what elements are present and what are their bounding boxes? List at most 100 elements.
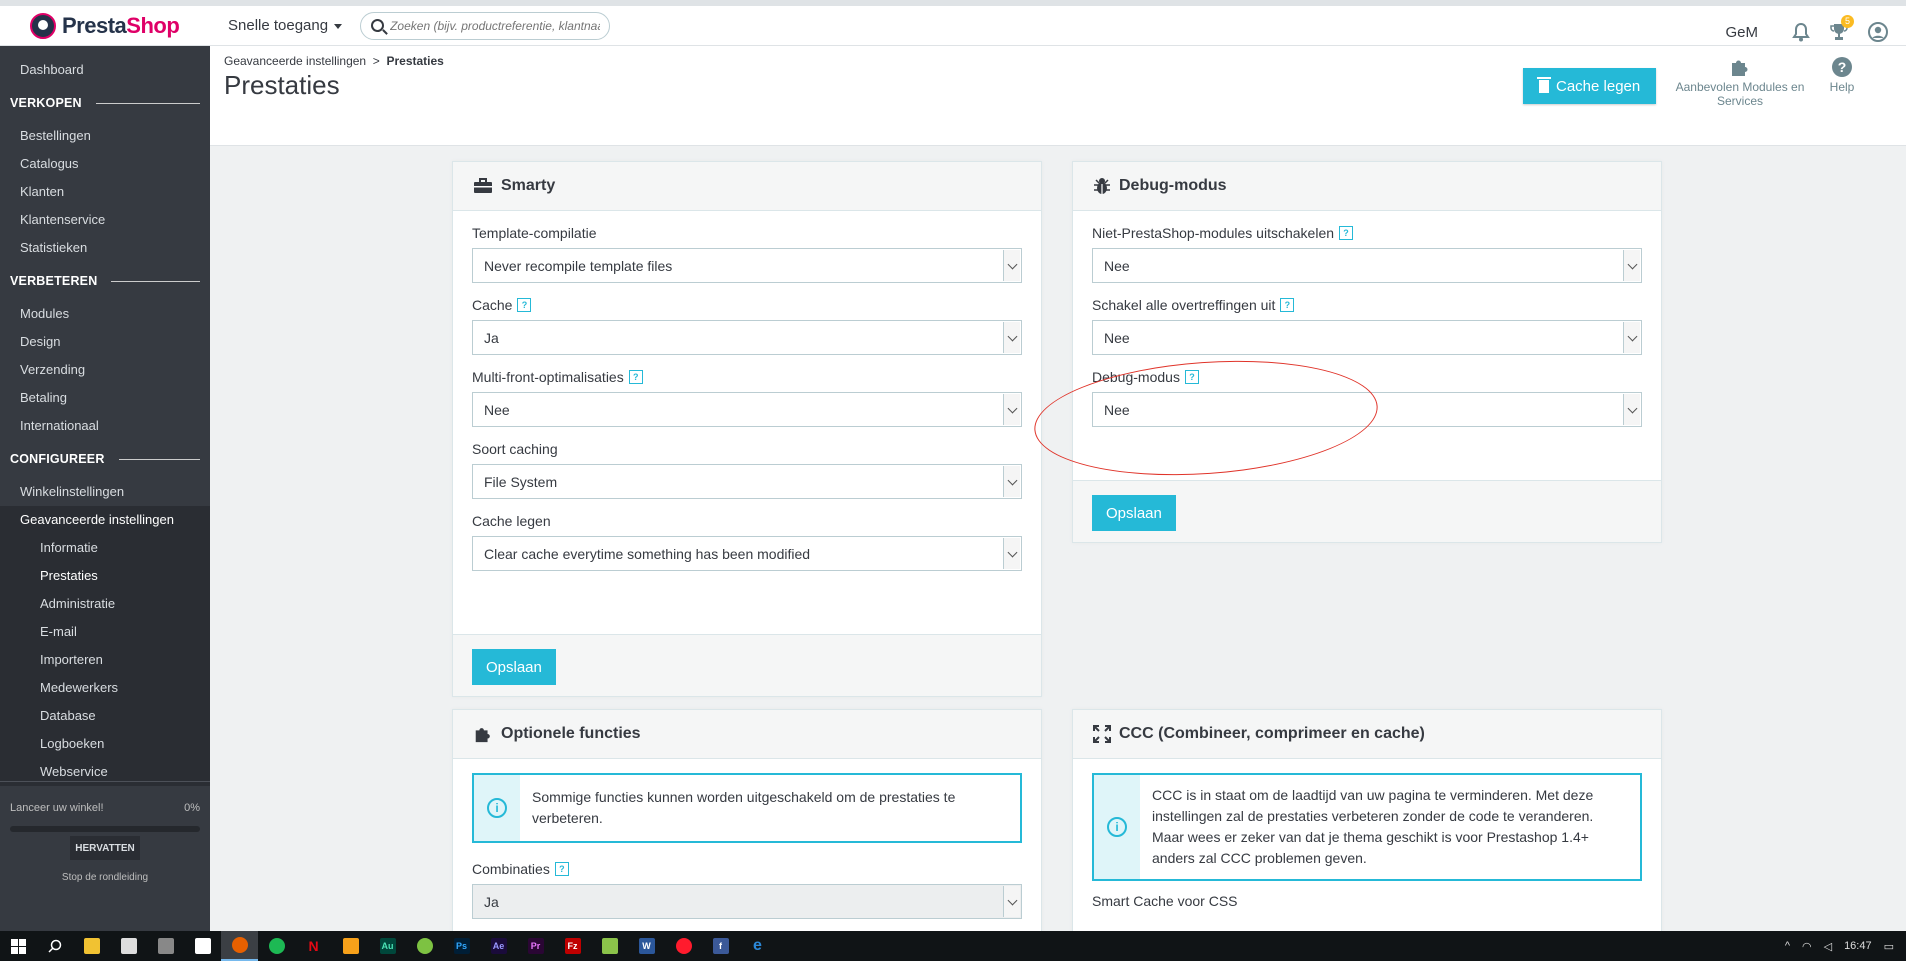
sidebar-item-dashboard[interactable]: Dashboard: [0, 56, 210, 84]
optional-title: Optionele functies: [501, 725, 641, 742]
sidebar-item-modules[interactable]: Modules: [0, 300, 210, 328]
recommended-modules-link[interactable]: Aanbevolen Modules en Services: [1664, 56, 1816, 108]
prestashop-logo-icon: [30, 12, 56, 39]
sidebar-item-catalog[interactable]: Catalogus: [0, 150, 210, 178]
sidebar-item-design[interactable]: Design: [0, 328, 210, 356]
sidebar-subitem-email[interactable]: E-mail: [0, 618, 210, 646]
field-label: Debug-modus: [1092, 369, 1180, 385]
sidebar-item-international[interactable]: Internationaal: [0, 412, 210, 440]
combinations-select[interactable]: Ja: [472, 884, 1022, 919]
clock[interactable]: 16:47: [1844, 940, 1872, 952]
filezilla-icon[interactable]: Fz: [554, 931, 591, 961]
user-account-icon[interactable]: [1868, 22, 1888, 42]
sidebar-section-verkopen: VERKOPEN: [0, 84, 210, 122]
template-compilation-select[interactable]: Never recompile template files: [472, 248, 1022, 283]
sidebar-subitem-database[interactable]: Database: [0, 702, 210, 730]
start-button[interactable]: [0, 938, 36, 954]
sidebar-item-shop-parameters[interactable]: Winkelinstellingen: [0, 478, 210, 506]
photoshop-icon[interactable]: Ps: [443, 931, 480, 961]
calculator-icon[interactable]: [147, 931, 184, 961]
help-icon[interactable]: ?: [628, 370, 643, 384]
help-icon[interactable]: ?: [1280, 298, 1295, 312]
ccc-form: i CCC is in staat om de laadtijd van uw …: [1073, 759, 1661, 909]
sidebar-item-payment[interactable]: Betaling: [0, 384, 210, 412]
sidebar-subitem-performance[interactable]: Prestaties: [0, 562, 210, 590]
chevron-down-icon: [1623, 394, 1640, 425]
edge-icon[interactable]: e: [739, 931, 776, 961]
xbox-icon[interactable]: [406, 931, 443, 961]
netflix-icon[interactable]: N: [295, 931, 332, 961]
sidebar-item-statistics[interactable]: Statistieken: [0, 234, 210, 262]
file-explorer-icon[interactable]: [73, 931, 110, 961]
sidebar-subitem-information[interactable]: Informatie: [0, 534, 210, 562]
audition-icon[interactable]: Au: [369, 931, 406, 961]
debug-form: Niet-PrestaShop-modules uitschakelen? Ne…: [1073, 211, 1661, 427]
smarty-form: Template-compilatie Never recompile temp…: [453, 211, 1041, 571]
sidebar-item-customer-service[interactable]: Klantenservice: [0, 206, 210, 234]
trophy-icon[interactable]: 5: [1830, 15, 1854, 41]
notepad-icon[interactable]: [591, 931, 628, 961]
field-label-row: Multi-front-optimalisaties?: [472, 369, 1022, 385]
firefox-icon[interactable]: [221, 931, 258, 961]
disable-overrides-group: Schakel alle overtreffingen uit? Nee: [1092, 297, 1642, 355]
store-icon[interactable]: [110, 931, 147, 961]
resume-button[interactable]: HERVATTEN: [70, 836, 140, 860]
sidebar-item-orders[interactable]: Bestellingen: [0, 122, 210, 150]
disable-overrides-select[interactable]: Nee: [1092, 320, 1642, 355]
debug-save-button[interactable]: Opslaan: [1092, 495, 1176, 531]
template-compilation-group: Template-compilatie Never recompile temp…: [472, 225, 1022, 283]
premiere-icon[interactable]: Pr: [517, 931, 554, 961]
search-icon[interactable]: [371, 19, 385, 32]
windows-logo-icon: [10, 938, 26, 954]
spotify-icon[interactable]: [258, 931, 295, 961]
bell-icon[interactable]: [1792, 22, 1810, 42]
sidebar-subitem-logs[interactable]: Logboeken: [0, 730, 210, 758]
help-icon[interactable]: ?: [1339, 226, 1354, 240]
action-center-icon[interactable]: ▭: [1884, 940, 1894, 953]
stop-tour-link[interactable]: Stop de rondleiding: [0, 872, 210, 883]
smarty-panel: Smarty Template-compilatie Never recompi…: [452, 161, 1042, 697]
search-input[interactable]: [390, 18, 601, 33]
info-alert-icon-area: i: [474, 775, 520, 841]
tray-chevron-up-icon[interactable]: ^: [1785, 940, 1790, 952]
search-box[interactable]: [360, 11, 611, 40]
opera-icon[interactable]: [665, 931, 702, 961]
multi-front-select[interactable]: Nee: [472, 392, 1022, 427]
cache-group: Cache? Ja: [472, 297, 1022, 355]
sidebar-subitem-administration[interactable]: Administratie: [0, 590, 210, 618]
select-value: Nee: [484, 401, 510, 418]
employee-name[interactable]: GeM: [1725, 24, 1758, 41]
trash-icon: [1537, 76, 1551, 93]
disable-non-native-modules-select[interactable]: Nee: [1092, 248, 1642, 283]
sidebar-item-shipping[interactable]: Verzending: [0, 356, 210, 384]
clear-cache-select[interactable]: Clear cache everytime something has been…: [472, 536, 1022, 571]
sidebar-submenu: Informatie Prestaties Administratie E-ma…: [0, 534, 210, 786]
quick-access-dropdown[interactable]: Snelle toegang: [228, 17, 343, 34]
help-link[interactable]: ? Help: [1822, 56, 1862, 94]
caching-type-select[interactable]: File System: [472, 464, 1022, 499]
field-label: Cache legen: [472, 513, 551, 529]
volume-icon[interactable]: ◁: [1824, 940, 1832, 953]
fl-studio-icon[interactable]: [332, 931, 369, 961]
help-icon[interactable]: ?: [517, 298, 532, 312]
word-icon[interactable]: W: [628, 931, 665, 961]
after-effects-icon[interactable]: Ae: [480, 931, 517, 961]
help-icon[interactable]: ?: [1184, 370, 1199, 384]
sidebar-subitem-import[interactable]: Importeren: [0, 646, 210, 674]
prestashop-logo[interactable]: PrestaShop: [0, 6, 210, 46]
facebook-icon[interactable]: f: [702, 931, 739, 961]
sidebar-section-title: CONFIGUREER: [10, 452, 105, 466]
taskbar-search-icon[interactable]: [36, 931, 73, 961]
network-icon[interactable]: ◠: [1802, 940, 1812, 953]
sidebar-item-advanced-parameters[interactable]: Geavanceerde instellingen: [0, 506, 210, 534]
combinations-group: Combinaties? Ja: [472, 861, 1022, 919]
smarty-save-button[interactable]: Opslaan: [472, 649, 556, 685]
clear-cache-button[interactable]: Cache legen: [1523, 68, 1656, 104]
debug-mode-select[interactable]: Nee: [1092, 392, 1642, 427]
sidebar-subitem-employees[interactable]: Medewerkers: [0, 674, 210, 702]
mail-icon[interactable]: [184, 931, 221, 961]
sidebar-item-customers[interactable]: Klanten: [0, 178, 210, 206]
help-icon[interactable]: ?: [554, 862, 569, 876]
breadcrumb-parent[interactable]: Geavanceerde instellingen: [224, 54, 366, 68]
cache-select[interactable]: Ja: [472, 320, 1022, 355]
